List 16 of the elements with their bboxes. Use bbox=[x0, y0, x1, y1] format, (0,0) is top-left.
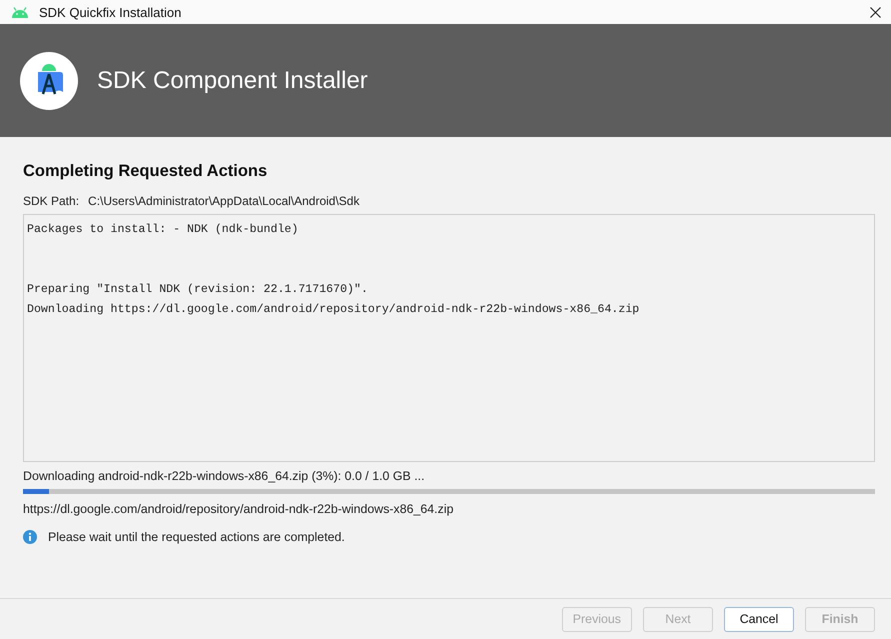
android-icon bbox=[11, 6, 29, 18]
progress-label: Downloading android-ndk-r22b-windows-x86_64.zip (3%): 0.0 / 1.0 GB ... bbox=[23, 469, 426, 483]
path-label: SDK Path: bbox=[23, 194, 80, 208]
section-title: Completing Requested Actions bbox=[23, 162, 268, 181]
path-value: C:\Users\Administrator\AppData\Local\Android\Sdk bbox=[88, 194, 360, 208]
header-title: SDK Component Installer bbox=[97, 66, 368, 94]
log-line: Downloading https://dl.google.com/android/repository/android-ndk-r22b-windows-x86_64.zip bbox=[27, 302, 640, 318]
close-icon[interactable] bbox=[870, 6, 881, 18]
log-line: Preparing "Install NDK (revision: 22.1.7171670)". bbox=[27, 282, 369, 298]
info-icon bbox=[23, 530, 37, 544]
info-message: Please wait until the requested actions are completed. bbox=[48, 530, 345, 544]
log-line: Packages to install: - NDK (ndk-bundle) bbox=[27, 222, 300, 238]
download-url: https://dl.google.com/android/repository/android-ndk-r22b-windows-x86_64.zip bbox=[23, 502, 454, 516]
dialog-button[interactable]: Cancel bbox=[724, 606, 794, 632]
window-title: SDK Quickfix Installation bbox=[39, 4, 182, 20]
studio-logo-icon bbox=[20, 52, 78, 110]
